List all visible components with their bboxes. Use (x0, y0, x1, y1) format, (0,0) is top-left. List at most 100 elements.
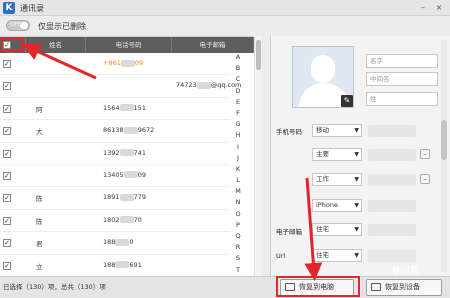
table-row[interactable]: ✓ +861 09 (0, 53, 230, 76)
alphabet-index-letter[interactable]: L (232, 175, 244, 186)
contact-phone: +861 09 (103, 59, 143, 67)
table-row[interactable]: ✓ 大 86138 9672 (0, 120, 230, 143)
alphabet-index-letter[interactable]: K (232, 164, 244, 175)
alphabet-index-letter[interactable]: A (232, 52, 244, 63)
device-icon (371, 283, 381, 291)
contact-phone-suffix: 09 (134, 59, 144, 67)
row-checkbox[interactable]: ✓ (3, 104, 11, 113)
detail-scrollbar[interactable] (441, 40, 447, 272)
column-header-email[interactable]: 电子邮箱 (172, 37, 254, 53)
contact-list: ✓ 姓名 电话号码 电子邮箱 ✓ +861 09 ✓ 74723 @qq.com ✓ 阿 156… (0, 36, 262, 277)
table-row[interactable]: ✓ 13405 09 (0, 165, 230, 188)
show-deleted-toggle[interactable]: OFF (6, 20, 30, 31)
alphabet-index-letter[interactable]: R (232, 242, 244, 253)
column-header-name[interactable]: 姓名 (26, 37, 86, 53)
phone-value-3[interactable] (368, 174, 416, 186)
url-type-select[interactable]: 住宅 ▼ (312, 249, 362, 262)
chevron-down-icon: ▼ (354, 127, 359, 134)
contact-name: 大 (36, 128, 43, 137)
row-checkbox[interactable]: ✓ (3, 194, 11, 203)
redacted-blur (119, 216, 134, 224)
alphabet-index-letter[interactable]: T (232, 265, 244, 276)
contact-phone: 86138 9672 (103, 126, 154, 134)
alphabet-index-letter[interactable]: C (232, 74, 244, 85)
first-name-field[interactable]: 名字 (366, 54, 438, 68)
alphabet-index-letter[interactable]: E (232, 97, 244, 108)
contact-phone: 1392 741 (103, 149, 146, 157)
phone-section-label: 手机号码 (276, 128, 302, 136)
phone-value-1[interactable] (368, 125, 416, 137)
row-checkbox[interactable]: ✓ (3, 82, 11, 91)
redacted-blur (115, 238, 130, 246)
url-value[interactable] (368, 250, 416, 262)
redacted-blur (123, 126, 138, 134)
phone-value-4[interactable] (368, 200, 416, 212)
restore-to-device-button[interactable]: 恢复到设备 (366, 279, 442, 296)
table-row[interactable]: ✓ 陈 1891 779 (0, 187, 230, 210)
contacts-window: K 通讯录 – × OFF 仅显示已删除 ✓ 姓名 电话号码 电子邮箱 ✓ +86… (0, 0, 450, 298)
table-row[interactable]: ✓ 君 188 0 (0, 232, 230, 255)
contact-phone: 13405 09 (103, 171, 146, 179)
column-header-phone[interactable]: 电话号码 (86, 37, 172, 53)
close-button[interactable]: × (434, 3, 444, 13)
list-scrollbar[interactable] (254, 36, 262, 276)
email-type-select[interactable]: 住宅 ▼ (312, 223, 362, 236)
alphabet-index-letter[interactable]: P (232, 220, 244, 231)
list-scroll-thumb[interactable] (256, 40, 261, 70)
phone-type-2: 主要 (316, 150, 329, 158)
table-row[interactable]: ✓ 陈 1802 70 (0, 210, 230, 233)
phone-type-select-3[interactable]: 工作 ▼ (312, 173, 362, 186)
alphabet-index-letter[interactable]: D (232, 86, 244, 97)
last-name-field[interactable]: 姓 (366, 92, 438, 106)
edit-avatar-icon[interactable]: ✎ (341, 95, 353, 107)
contact-name: 阿 (36, 105, 43, 114)
remove-phone-button[interactable]: – (420, 149, 430, 159)
row-checkbox[interactable]: ✓ (3, 239, 11, 248)
table-row[interactable]: ✓ 阿 1564 151 (0, 98, 230, 121)
alphabet-index-letter[interactable]: M (232, 186, 244, 197)
table-row[interactable]: ✓ 立 188 691 (0, 255, 230, 277)
phone-type-select-4[interactable]: iPhone ▼ (312, 199, 362, 212)
row-checkbox[interactable]: ✓ (3, 171, 11, 180)
alphabet-index-letter[interactable]: J (232, 153, 244, 164)
row-checkbox[interactable]: ✓ (3, 261, 11, 270)
email-value[interactable] (368, 224, 416, 236)
remove-phone-button[interactable]: – (420, 174, 430, 184)
row-checkbox[interactable]: ✓ (3, 216, 11, 225)
annotation-box-select-all (1, 37, 23, 52)
alphabet-index-letter[interactable]: B (232, 63, 244, 74)
contact-phone-suffix: 70 (133, 215, 142, 224)
redacted-blur (119, 193, 134, 201)
phone-type-3: 工作 (316, 175, 329, 183)
restore-to-device-label: 恢复到设备 (385, 283, 420, 291)
alphabet-index-letter[interactable]: Q (232, 231, 244, 242)
detail-scroll-thumb[interactable] (441, 120, 447, 160)
alphabet-index-letter[interactable]: H (232, 130, 244, 141)
phone-type-select-1[interactable]: 移动 ▼ (312, 124, 362, 137)
title-bar: K 通讯录 – × (0, 0, 450, 16)
contact-phone: 1802 70 (103, 216, 142, 224)
table-row[interactable]: ✓ 74723 @qq.com (0, 75, 241, 98)
row-checkbox[interactable]: ✓ (3, 60, 11, 68)
avatar-head-shape (311, 55, 335, 83)
app-logo: K (3, 2, 15, 14)
contact-name: 陈 (36, 217, 43, 226)
contact-phone-suffix: 09 (137, 170, 146, 179)
middle-name-field[interactable]: 中间名 (366, 72, 438, 86)
row-checkbox[interactable]: ✓ (3, 149, 11, 158)
alphabet-index-letter[interactable]: O (232, 209, 244, 220)
phone-type-select-2[interactable]: 主要 ▼ (312, 148, 362, 161)
phone-value-2[interactable] (368, 149, 416, 161)
toggle-knob (20, 22, 28, 29)
alphabet-index-letter[interactable]: F (232, 108, 244, 119)
alphabet-index-letter[interactable]: I (232, 142, 244, 153)
table-row[interactable]: ✓ 1392 741 (0, 143, 230, 165)
redacted-blur (119, 149, 134, 157)
alphabet-index-letter[interactable]: G (232, 119, 244, 130)
contact-phone-suffix: 151 (133, 103, 146, 112)
row-checkbox[interactable]: ✓ (3, 127, 11, 136)
alphabet-index-letter[interactable]: N (232, 197, 244, 208)
alphabet-index-letter[interactable]: S (232, 253, 244, 264)
contact-phone: 1891 779 (103, 193, 146, 201)
minimize-button[interactable]: – (418, 3, 428, 13)
